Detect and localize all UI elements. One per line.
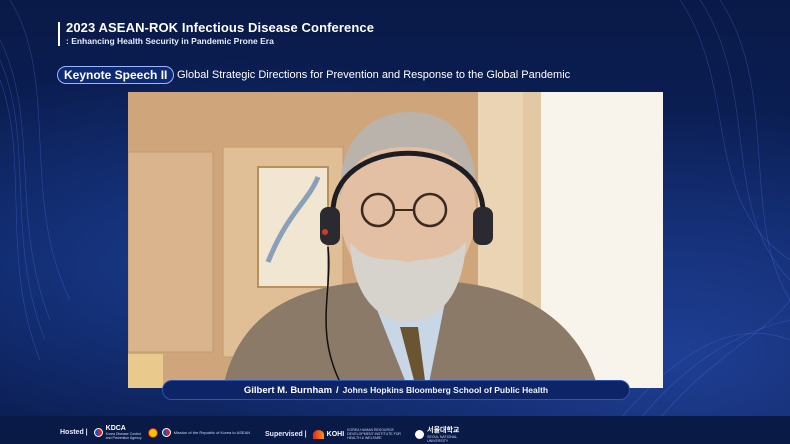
- mission-logo-icon: [161, 428, 171, 437]
- mission-label: Mission of the Republic of Korea to ASEA…: [173, 429, 251, 435]
- kohi-sub: KOREA HUMAN RESOURCE DEVELOPMENT INSTITU…: [347, 428, 401, 440]
- keynote-badge: Keynote Speech II: [57, 66, 175, 84]
- kohi-label: KOHI: [326, 430, 345, 438]
- speaker-name: Gilbert M. Burnham: [243, 384, 333, 396]
- speaker-caption: Gilbert M. Burnham / Johns Hopkins Bloom…: [162, 380, 630, 400]
- caption-separator: /: [336, 384, 339, 396]
- hosted-label: Hosted |: [60, 429, 88, 436]
- kdca-label: KDCA: [105, 425, 126, 432]
- kdca-sub: Korea Disease Control and Prevention Age…: [105, 432, 142, 440]
- kohi-logo-icon: [312, 429, 324, 439]
- kdca-logo-icon: [93, 428, 103, 437]
- sponsor-footer: Hosted | KDCA Korea Disease Control and …: [0, 416, 790, 444]
- speaker-affiliation: Johns Hopkins Bloomberg School of Public…: [342, 385, 549, 395]
- speaker-video: [128, 92, 663, 388]
- keynote-title: Global Strategic Directions for Preventi…: [177, 69, 571, 81]
- supervised-label: Supervised |: [265, 430, 307, 438]
- supervised-group: Supervised | KOHI KOREA HUMAN RESOURCE D…: [265, 425, 465, 443]
- conference-subtitle: : Enhancing Health Security in Pandemic …: [66, 36, 274, 46]
- snu-sub: SEOUL NATIONAL UNIVERSITY: [427, 435, 457, 443]
- hosted-group: Hosted | KDCA Korea Disease Control and …: [60, 425, 254, 440]
- snu-logo-icon: [415, 429, 425, 439]
- header-accent-bar: [58, 22, 60, 46]
- conference-title: 2023 ASEAN-ROK Infectious Disease Confer…: [66, 20, 375, 35]
- speaker-video-frame: [128, 92, 663, 388]
- snu-label: 서울대학교: [427, 427, 460, 434]
- asean-logo-icon: [147, 427, 158, 438]
